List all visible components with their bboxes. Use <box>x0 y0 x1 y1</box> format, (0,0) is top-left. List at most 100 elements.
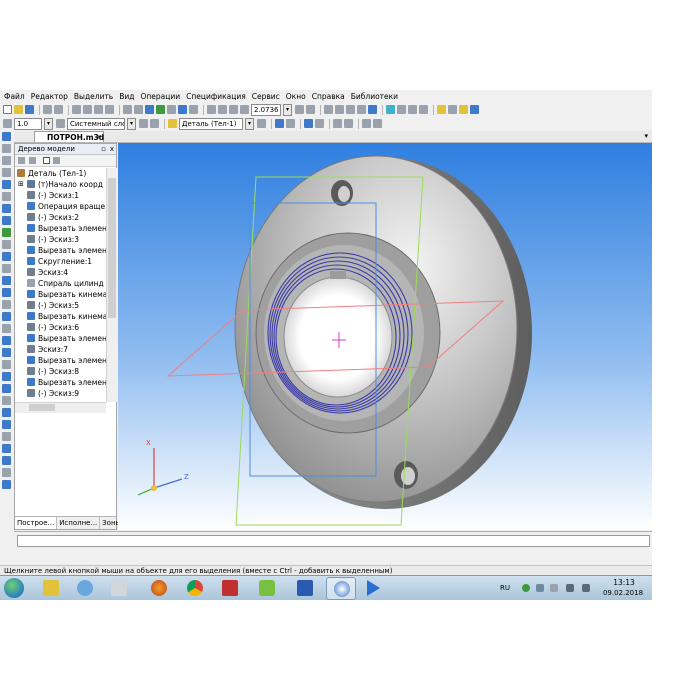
save-icon[interactable] <box>25 105 34 114</box>
redo-icon[interactable] <box>134 105 143 114</box>
plane-dropdown-icon[interactable] <box>344 119 353 128</box>
library-icon[interactable] <box>156 105 165 114</box>
report-icon[interactable] <box>2 228 11 237</box>
tree-view-mode-icon[interactable] <box>18 157 25 164</box>
taskbar-paint[interactable] <box>70 577 100 600</box>
sketch-mode-icon[interactable] <box>437 105 446 114</box>
section-icon[interactable] <box>362 119 371 128</box>
edit-part-icon[interactable] <box>2 132 11 141</box>
layers-icon[interactable] <box>56 119 65 128</box>
tree-item[interactable]: Вырезать кинема <box>15 289 107 300</box>
command-input-field[interactable] <box>17 535 650 547</box>
tab-executions[interactable]: Исполне... <box>57 517 101 529</box>
menu-service[interactable]: Сервис <box>252 92 280 101</box>
arrays-icon[interactable] <box>2 168 11 177</box>
pan-icon[interactable] <box>306 105 315 114</box>
shaded-icon[interactable] <box>368 105 377 114</box>
plane-icon[interactable] <box>333 119 342 128</box>
tool-22-icon[interactable] <box>2 372 11 381</box>
taskbar-kompas[interactable] <box>326 577 356 600</box>
filter-dropdown-icon[interactable] <box>397 105 406 114</box>
filters-icon[interactable] <box>2 204 11 213</box>
sheet-metal-icon[interactable] <box>2 252 11 261</box>
snap-dropdown-icon[interactable] <box>419 105 428 114</box>
view-orient-icon[interactable] <box>275 119 284 128</box>
hidden-lines-icon[interactable] <box>346 105 355 114</box>
tree-item[interactable]: Вырезать элемен <box>15 377 107 388</box>
taskbar-chrome[interactable] <box>180 577 210 600</box>
tree-sort-icon[interactable] <box>29 157 36 164</box>
tree-item[interactable]: (-) Эскиз:6 <box>15 322 107 333</box>
taskbar-calculator[interactable] <box>104 577 134 600</box>
new-file-icon[interactable] <box>3 105 12 114</box>
display-mode-icon[interactable] <box>304 119 313 128</box>
tool-28-icon[interactable] <box>2 444 11 453</box>
filter-icon[interactable] <box>386 105 395 114</box>
snap-icon[interactable] <box>408 105 417 114</box>
tool-15-icon[interactable] <box>2 288 11 297</box>
tree-item[interactable]: (-) Эскиз:3 <box>15 234 107 245</box>
paste-icon[interactable] <box>94 105 103 114</box>
cursor-icon[interactable] <box>257 119 266 128</box>
tool-14-icon[interactable] <box>2 276 11 285</box>
tree-item[interactable]: (-) Эскиз:1 <box>15 190 107 201</box>
tool-16-icon[interactable] <box>2 300 11 309</box>
expand-icon[interactable]: ⊞ <box>18 179 24 190</box>
menu-edit[interactable]: Редактор <box>31 92 68 101</box>
scroll-thumb[interactable] <box>108 178 116 318</box>
help-cursor-icon[interactable] <box>189 105 198 114</box>
step-field[interactable]: 1.0 <box>14 117 42 130</box>
preview-icon[interactable] <box>54 105 63 114</box>
rotate-icon[interactable] <box>295 105 304 114</box>
close-tab-icon[interactable]: x <box>97 132 101 143</box>
taskbar-explorer[interactable] <box>36 577 66 600</box>
pin-icon[interactable]: ▫ <box>101 144 106 154</box>
tool-13-icon[interactable] <box>2 264 11 273</box>
zoom-in-icon[interactable] <box>207 105 216 114</box>
tool-30-icon[interactable] <box>2 468 11 477</box>
tree-item[interactable]: (-) Эскиз:2 <box>15 212 107 223</box>
detail-field[interactable]: Деталь (Тел-1) <box>179 117 243 130</box>
tree-item[interactable]: ⊞ (т)Начало коорд <box>15 179 107 190</box>
tool-24-icon[interactable] <box>2 396 11 405</box>
menu-help[interactable]: Справка <box>312 92 345 101</box>
menu-file[interactable]: Файл <box>4 92 25 101</box>
manager-icon[interactable] <box>145 105 154 114</box>
detail-icon[interactable] <box>168 119 177 128</box>
zoom-out-icon[interactable] <box>229 105 238 114</box>
display-mode-dropdown-icon[interactable] <box>315 119 324 128</box>
spatial-curves-icon[interactable] <box>2 144 11 153</box>
tray-clock-time[interactable]: 13:13 <box>606 578 642 587</box>
tool-31-icon[interactable] <box>2 480 11 489</box>
tree-item[interactable]: (-) Эскиз:9 <box>15 388 107 399</box>
tree-horizontal-scrollbar[interactable] <box>15 402 106 413</box>
tab-list-icon[interactable]: ▾ <box>644 132 648 140</box>
layer-props-icon[interactable] <box>139 119 148 128</box>
close-panel-icon[interactable]: x <box>110 144 114 154</box>
tree-item[interactable]: Вырезать элемен <box>15 245 107 256</box>
tool-25-icon[interactable] <box>2 408 11 417</box>
edit-mode-icon[interactable] <box>448 105 457 114</box>
zoom-dropdown-icon[interactable]: ▾ <box>283 103 292 116</box>
tree-display-icon[interactable] <box>43 157 50 164</box>
taskbar-gimp[interactable] <box>252 577 282 600</box>
surfaces-icon[interactable] <box>2 156 11 165</box>
taskbar-media-player[interactable] <box>360 577 390 600</box>
parametric-icon[interactable] <box>459 105 468 114</box>
specification-icon[interactable] <box>2 216 11 225</box>
section-dropdown-icon[interactable] <box>373 119 382 128</box>
undo-icon[interactable] <box>123 105 132 114</box>
tree-item[interactable]: Вырезать элемен <box>15 223 107 234</box>
tool-18-icon[interactable] <box>2 324 11 333</box>
orientation-icon[interactable] <box>324 105 333 114</box>
step-dropdown-icon[interactable]: ▾ <box>44 117 53 130</box>
cut-icon[interactable] <box>72 105 81 114</box>
attributes-icon[interactable] <box>178 105 187 114</box>
tool-27-icon[interactable] <box>2 432 11 441</box>
menu-select[interactable]: Выделить <box>74 92 113 101</box>
open-file-icon[interactable] <box>14 105 23 114</box>
zoom-window-icon[interactable] <box>218 105 227 114</box>
tab-build-tree[interactable]: Построе... <box>15 517 58 529</box>
wireframe-icon[interactable] <box>335 105 344 114</box>
taskbar-winrar[interactable] <box>215 577 245 600</box>
